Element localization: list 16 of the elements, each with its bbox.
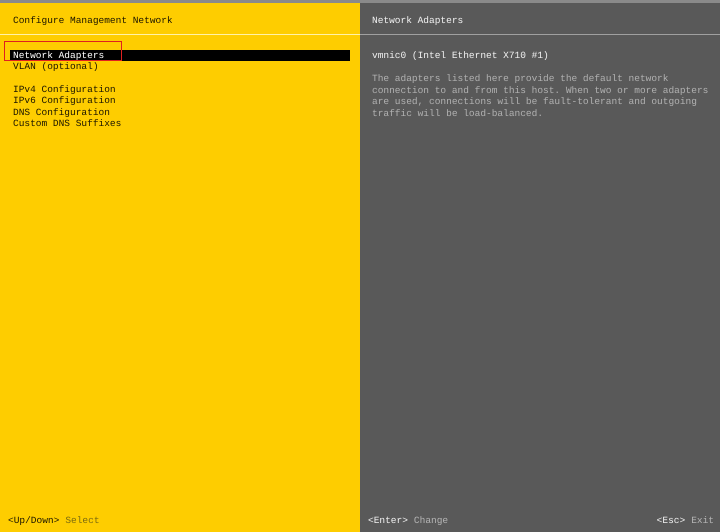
adapter-name: vmnic0 (Intel Ethernet X710 #1) xyxy=(372,50,550,61)
key-hint: <Up/Down> xyxy=(8,514,60,526)
menu-item[interactable]: VLAN (optional) xyxy=(10,61,350,72)
menu-item[interactable]: Network Adapters xyxy=(10,50,350,61)
action-hint: Select xyxy=(65,514,100,526)
menu-item[interactable]: DNS Configuration xyxy=(10,106,350,118)
panel-title: Network Adapters xyxy=(372,15,464,26)
menu-item[interactable]: IPv6 Configuration xyxy=(10,95,350,106)
key-hint: <Enter> xyxy=(368,514,408,526)
action-hint: Exit xyxy=(691,514,714,526)
key-hint: <Esc> xyxy=(656,514,686,526)
action-hint: Change xyxy=(414,514,448,526)
menu-item[interactable]: Custom DNS Suffixes xyxy=(10,118,350,130)
description-text: The adapters listed here provide the default network connection to and from this host. When two or more adapters are used, connections will be fault-tolerant and outgoing traffic will be load-balanced. xyxy=(372,73,710,119)
menu-item[interactable]: IPv4 Configuration xyxy=(10,84,350,95)
panel-title: Configure Management Network xyxy=(13,15,173,26)
